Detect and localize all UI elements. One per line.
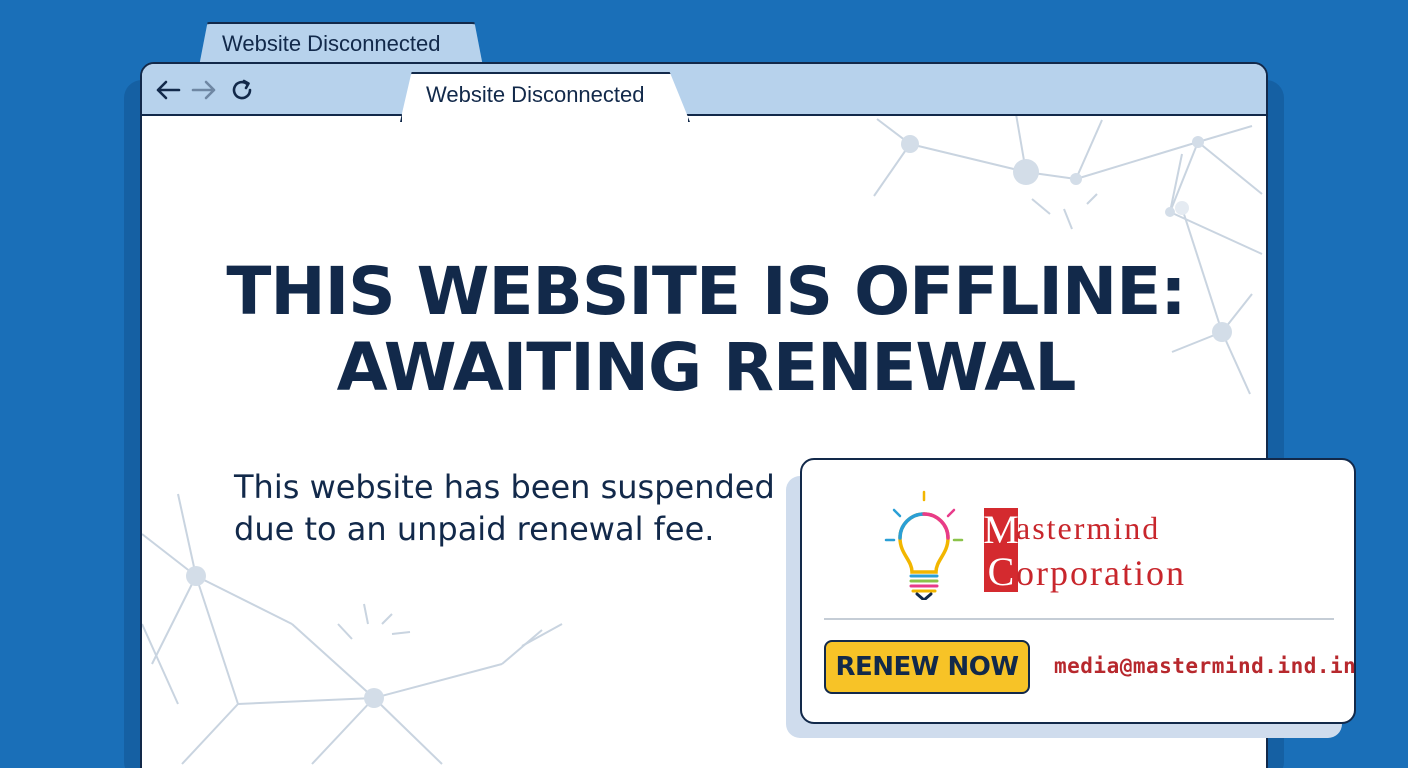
suspension-message-line1: This website has been suspended <box>234 468 775 506</box>
contact-email-link[interactable]: media@mastermind.ind.in <box>1054 654 1356 678</box>
logo-word-mastermind: astermind <box>1016 510 1161 546</box>
forward-button[interactable] <box>190 76 218 104</box>
card-divider <box>824 618 1334 620</box>
page-title-line1: THIS WEBSITE IS OFFLINE: <box>226 253 1186 330</box>
tab-active-label: Website Disconnected <box>426 82 645 107</box>
reload-button[interactable] <box>228 76 256 104</box>
page-title: THIS WEBSITE IS OFFLINE: AWAITING RENEWA… <box>142 253 1266 406</box>
lightbulb-icon <box>884 490 964 600</box>
reload-icon <box>232 79 252 100</box>
logo-initial-c: C <box>984 549 1018 594</box>
tab-background-label: Website Disconnected <box>222 31 441 56</box>
browser-toolbar <box>142 64 1266 116</box>
renew-now-button[interactable]: RENEW NOW <box>824 640 1030 694</box>
suspension-message: This website has been suspended due to a… <box>234 466 794 550</box>
contact-card: M astermind C orporation RENEW NOW media… <box>800 458 1356 724</box>
arrow-left-icon <box>156 80 181 100</box>
logo-initial-m: M <box>983 506 1019 552</box>
page-title-line2: AWAITING RENEWAL <box>336 329 1077 406</box>
suspension-message-line2: due to an unpaid renewal fee. <box>234 510 715 548</box>
back-button[interactable] <box>154 76 182 104</box>
logo-word-corporation: orporation <box>1016 553 1186 593</box>
arrow-right-icon <box>191 80 216 100</box>
